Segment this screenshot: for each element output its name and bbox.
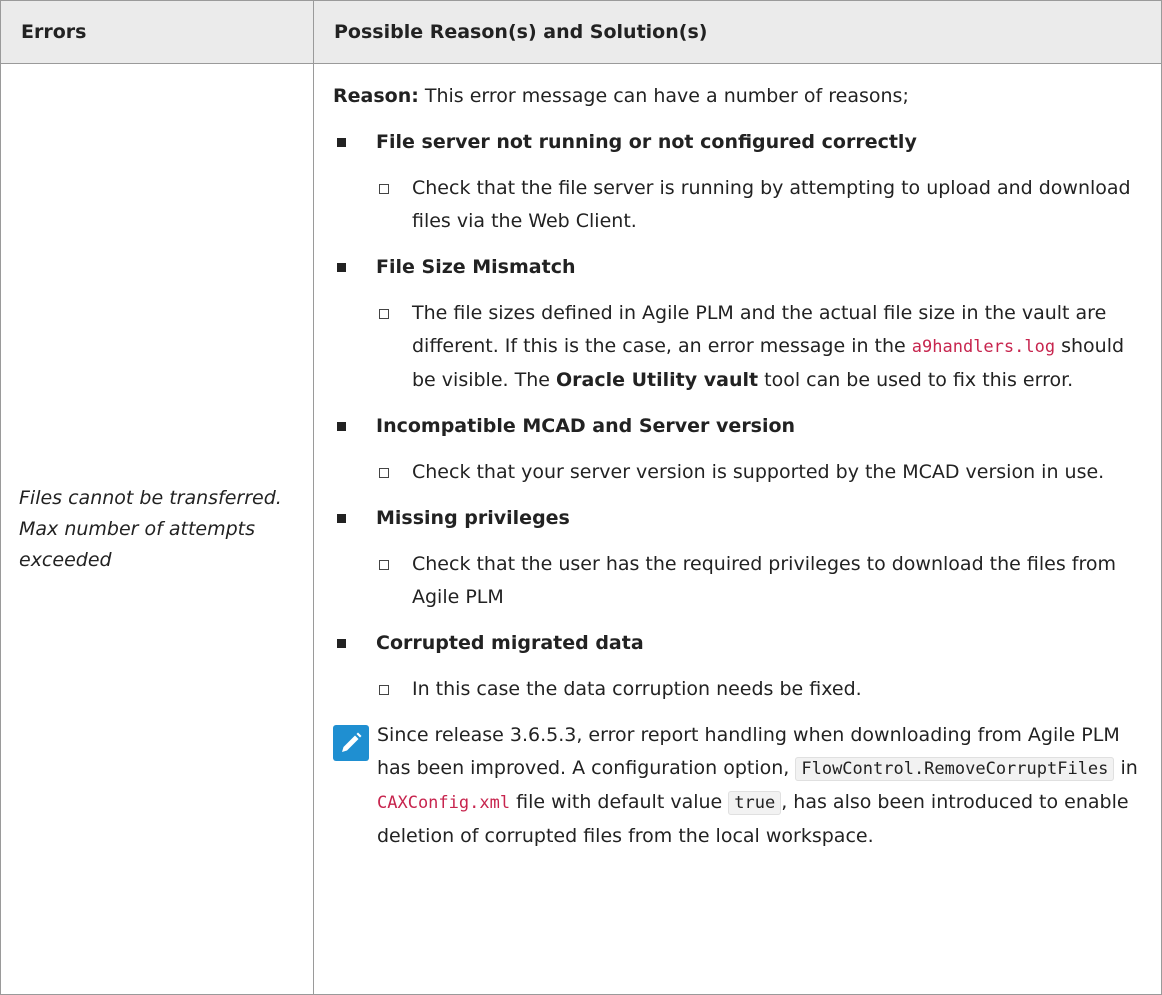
list-subitem: Check that your server version is suppor… — [333, 456, 1147, 489]
errors-header: Errors — [0, 0, 314, 64]
reason-text: This error message can have a number of … — [418, 85, 909, 107]
subitem-text: tool can be used to fix this error. — [758, 369, 1074, 391]
hollow-square-bullet-icon — [379, 685, 389, 695]
list-item: Missing privileges — [333, 502, 1147, 535]
item-title: File server not running or not configure… — [376, 131, 917, 153]
troubleshooting-table: Errors Possible Reason(s) and Solution(s… — [0, 0, 1162, 995]
subitem-text: Check that the user has the required pri… — [412, 553, 1116, 608]
release-note: Since release 3.6.5.3, error report hand… — [333, 719, 1147, 853]
item-title: Corrupted migrated data — [376, 632, 644, 654]
hollow-square-bullet-icon — [379, 468, 389, 478]
square-bullet-icon — [337, 422, 346, 431]
hollow-square-bullet-icon — [379, 309, 389, 319]
item-title: File Size Mismatch — [376, 256, 576, 278]
solutions-header: Possible Reason(s) and Solution(s) — [313, 0, 1162, 64]
config-option-code: FlowControl.RemoveCorruptFiles — [795, 757, 1115, 781]
pencil-note-icon — [333, 725, 369, 761]
solution-cell: Reason: This error message can have a nu… — [313, 63, 1162, 995]
subitem-text: Check that your server version is suppor… — [412, 461, 1105, 483]
square-bullet-icon — [337, 263, 346, 272]
subitem-text: Check that the file server is running by… — [412, 177, 1131, 232]
table-row: Files cannot be transferred. Max number … — [0, 63, 1162, 995]
subitem-text: In this case the data corruption needs b… — [412, 678, 862, 700]
reason-label: Reason: — [333, 85, 419, 107]
item-title: Incompatible MCAD and Server version — [376, 415, 796, 437]
hollow-square-bullet-icon — [379, 184, 389, 194]
config-file-code: CAXConfig.xml — [377, 793, 511, 813]
list-subitem: Check that the user has the required pri… — [333, 548, 1147, 614]
header-row: Errors Possible Reason(s) and Solution(s… — [0, 0, 1162, 64]
list-subitem: In this case the data corruption needs b… — [333, 673, 1147, 706]
tool-name: Oracle Utility vault — [555, 369, 759, 391]
list-item: Corrupted migrated data — [333, 627, 1147, 660]
error-description: Files cannot be transferred. Max number … — [0, 63, 314, 995]
square-bullet-icon — [337, 639, 346, 648]
note-text: file with default value — [510, 791, 729, 813]
note-text: in — [1114, 757, 1138, 779]
list-subitem: The file sizes defined in Agile PLM and … — [333, 297, 1147, 397]
list-subitem: Check that the file server is running by… — [333, 172, 1147, 238]
square-bullet-icon — [337, 138, 346, 147]
hollow-square-bullet-icon — [379, 560, 389, 570]
list-item: File Size Mismatch — [333, 251, 1147, 284]
square-bullet-icon — [337, 514, 346, 523]
item-title: Missing privileges — [376, 507, 570, 529]
default-value-code: true — [728, 791, 782, 815]
reason-paragraph: Reason: This error message can have a nu… — [333, 80, 1147, 113]
log-file-code: a9handlers.log — [911, 337, 1056, 357]
list-item: File server not running or not configure… — [333, 126, 1147, 159]
list-item: Incompatible MCAD and Server version — [333, 410, 1147, 443]
